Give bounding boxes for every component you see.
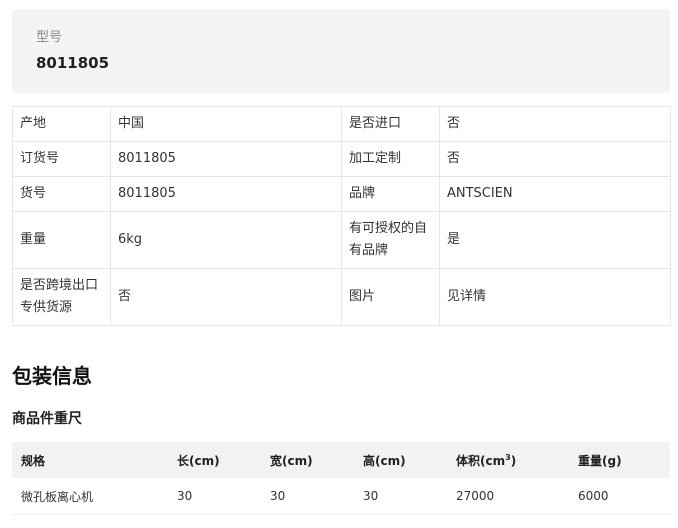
packaging-subtitle: 商品件重尺	[12, 411, 82, 427]
column-header-width: 宽(cm)	[261, 442, 354, 478]
model-label: 型号	[36, 30, 63, 45]
model-value: 8011805	[36, 54, 110, 72]
attribute-key: 订货号	[12, 141, 111, 177]
attribute-value: 否	[439, 106, 671, 142]
cell-width: 30	[261, 478, 354, 515]
column-header-weight: 重量(g)	[569, 442, 670, 478]
attribute-row: 货号 8011805 品牌 ANTSCIEN	[12, 176, 671, 212]
attribute-key: 重量	[12, 211, 111, 269]
volume-header-prefix: 体积(cm	[456, 453, 506, 468]
attribute-value: 8011805	[110, 176, 342, 212]
volume-header-suffix: )	[510, 453, 517, 468]
attribute-key: 图片	[341, 268, 440, 326]
column-header-height: 高(cm)	[354, 442, 447, 478]
attribute-key: 产地	[12, 106, 111, 142]
attribute-value: 否	[110, 268, 342, 326]
attribute-key: 加工定制	[341, 141, 440, 177]
attribute-value: 否	[439, 141, 671, 177]
model-card: 型号 8011805	[12, 9, 670, 93]
attribute-row: 产地 中国 是否进口 否	[12, 106, 671, 142]
attribute-value: 中国	[110, 106, 342, 142]
packaging-header-row: 规格 长(cm) 宽(cm) 高(cm) 体积(cm3) 重量(g)	[12, 442, 670, 478]
attribute-value: 是	[439, 211, 671, 269]
attribute-key: 货号	[12, 176, 111, 212]
cell-spec: 微孔板离心机	[12, 478, 168, 515]
attribute-value: ANTSCIEN	[439, 176, 671, 212]
packaging-section-title: 包装信息	[12, 364, 92, 388]
column-header-volume: 体积(cm3)	[447, 442, 569, 478]
cell-weight: 6000	[569, 478, 670, 515]
packaging-table: 规格 长(cm) 宽(cm) 高(cm) 体积(cm3) 重量(g) 微孔板离心…	[12, 442, 670, 515]
column-header-spec: 规格	[12, 442, 168, 478]
attribute-key: 是否跨境出口专供货源	[12, 268, 111, 326]
attribute-row: 重量 6kg 有可授权的自有品牌 是	[12, 211, 671, 269]
attribute-row: 订货号 8011805 加工定制 否	[12, 141, 671, 177]
attribute-row: 是否跨境出口专供货源 否 图片 见详情	[12, 268, 671, 326]
table-row: 微孔板离心机 30 30 30 27000 6000	[12, 478, 670, 515]
attribute-key: 有可授权的自有品牌	[341, 211, 440, 269]
attribute-value: 8011805	[110, 141, 342, 177]
attribute-value: 6kg	[110, 211, 342, 269]
column-header-length: 长(cm)	[168, 442, 261, 478]
attributes-table: 产地 中国 是否进口 否 订货号 8011805 加工定制 否 货号 80118…	[12, 106, 671, 326]
attribute-key: 品牌	[341, 176, 440, 212]
cell-length: 30	[168, 478, 261, 515]
attribute-value: 见详情	[439, 268, 671, 326]
attribute-key: 是否进口	[341, 106, 440, 142]
cell-height: 30	[354, 478, 447, 515]
cell-volume: 27000	[447, 478, 569, 515]
